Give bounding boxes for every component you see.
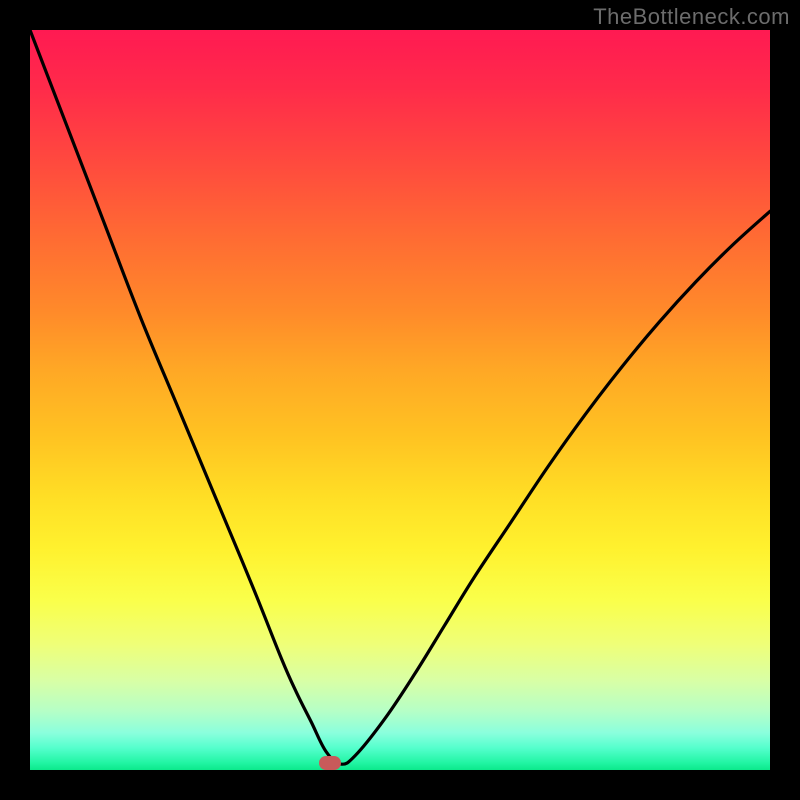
optimal-point-marker [319, 756, 341, 770]
plot-area [30, 30, 770, 770]
bottleneck-curve [30, 30, 770, 770]
watermark-text: TheBottleneck.com [593, 4, 790, 30]
chart-frame: TheBottleneck.com [0, 0, 800, 800]
